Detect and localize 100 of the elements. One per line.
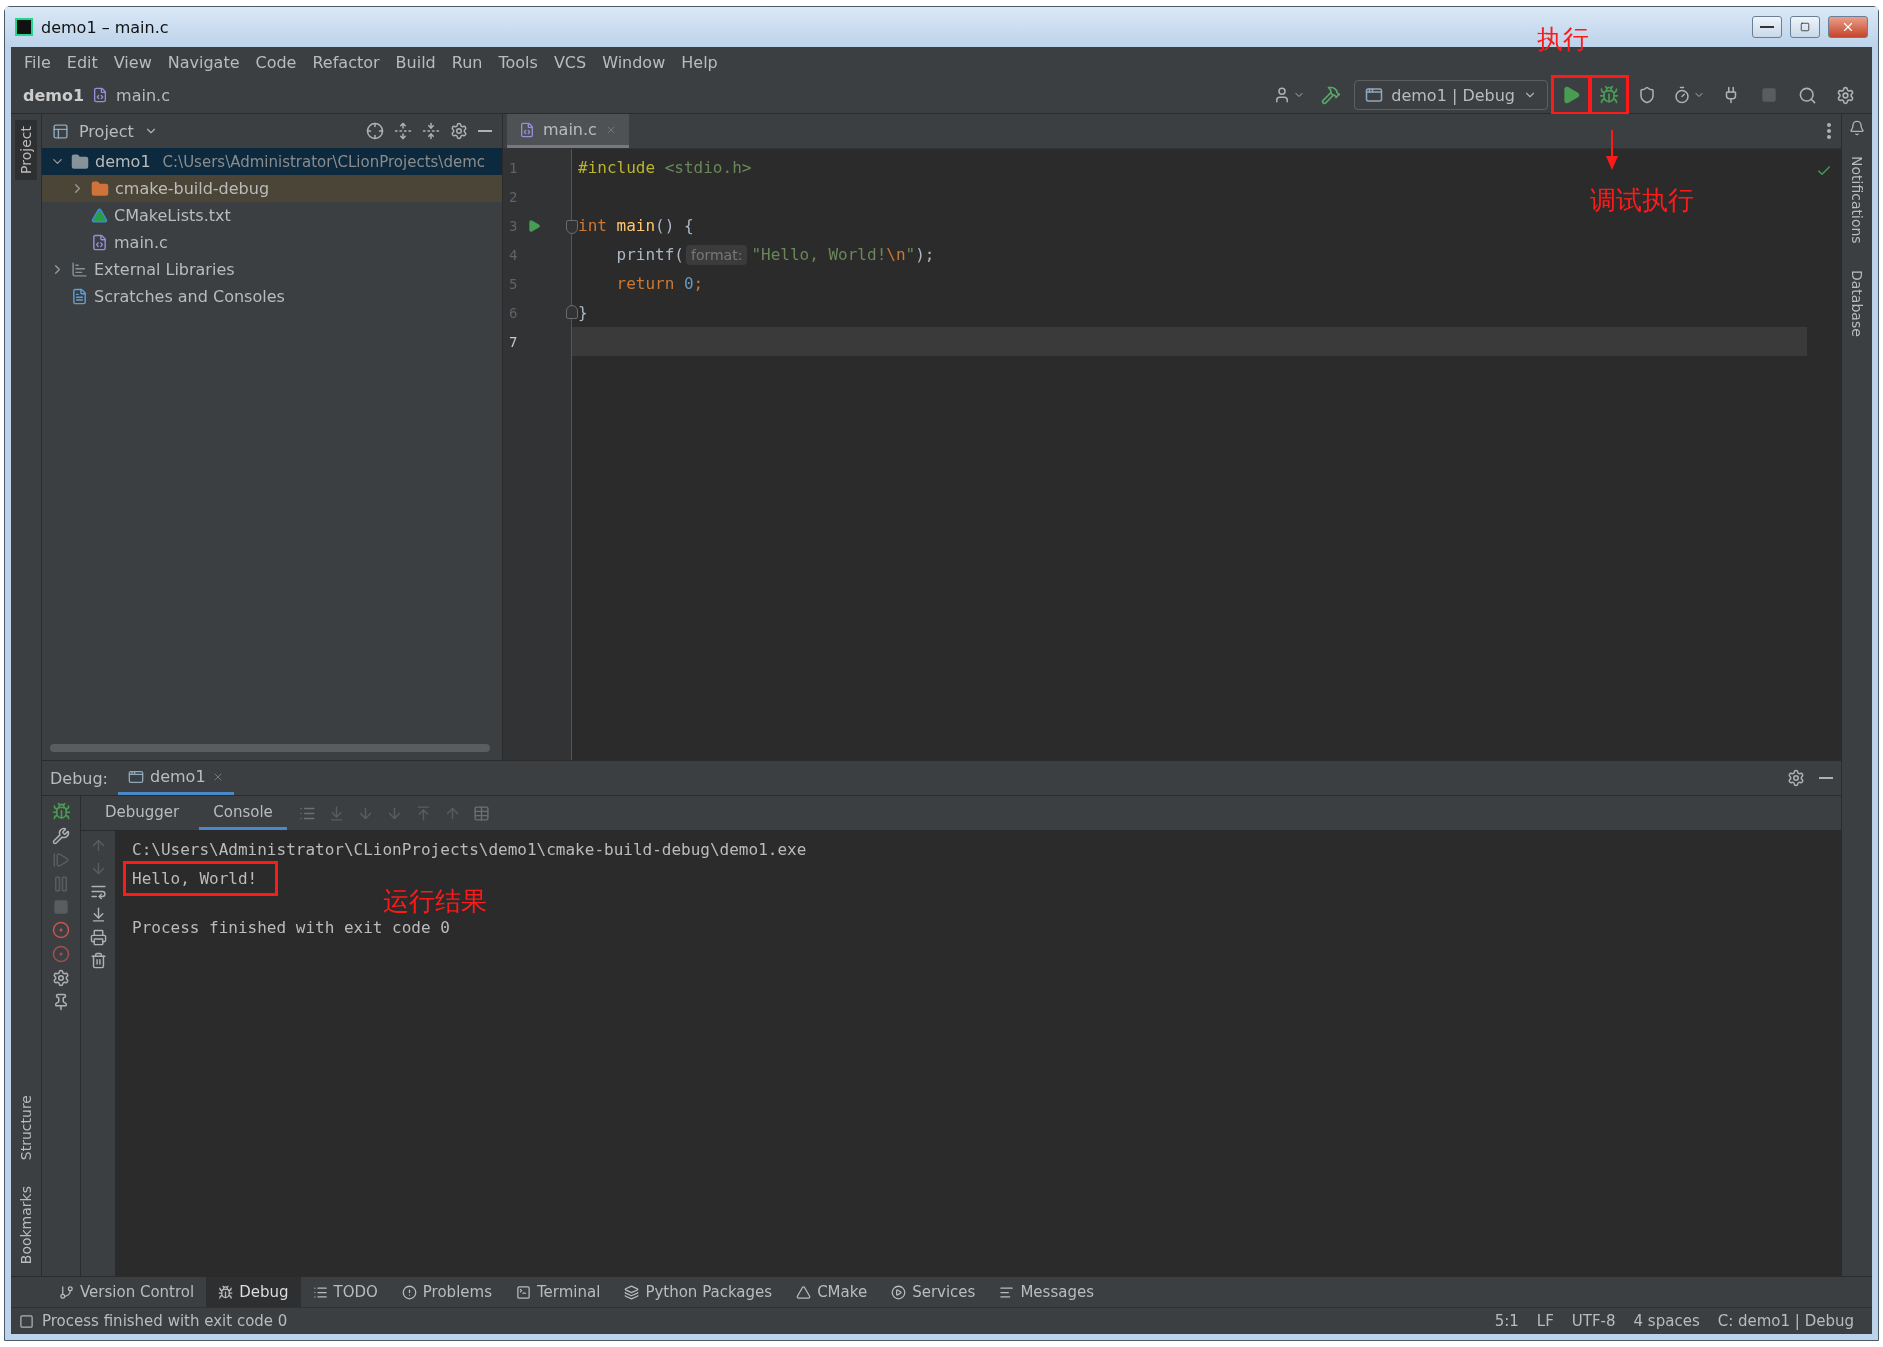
breadcrumb-item[interactable]: main.c [116,85,170,105]
menu-item[interactable]: VCS [546,50,594,74]
tool-window-tab[interactable]: CMake [784,1277,880,1307]
scrollbar[interactable] [50,744,490,752]
code-line: int main() { [577,215,695,237]
tree-item-label: cmake-build-debug [115,179,270,198]
tree-item[interactable]: demo1 C:\Users\Administrator\CLionProjects\demc [42,148,502,175]
tree-item[interactable]: External Libraries [42,256,502,283]
play-icon [1561,85,1581,105]
fold-start-icon[interactable] [566,220,578,234]
status-item[interactable]: UTF-8 [1571,1312,1616,1330]
menu-item[interactable]: File [17,50,58,74]
panel-icon [52,122,69,140]
close-icon [1841,20,1855,34]
menu-item[interactable]: Refactor [305,50,387,74]
tool-window-tab[interactable]: Database [1846,263,1868,343]
layers-icon [624,1284,640,1300]
menu-item[interactable]: Navigate [160,50,247,74]
shield-icon [1638,86,1656,104]
tool-window-tab[interactable]: Structure [15,1088,37,1166]
tool-window-tab[interactable]: Messages [987,1277,1106,1307]
status-item[interactable]: 4 spaces [1633,1312,1700,1330]
fold-end-icon[interactable] [566,305,578,319]
code-line: } [577,302,589,324]
breadcrumb-item[interactable]: demo1 [23,85,85,105]
code-line: printf( format: "Hello, World!\n"); [615,243,936,267]
layout-icon [19,1313,34,1329]
debug-session-tab[interactable]: demo1 [118,761,234,795]
tool-window-tab[interactable]: Problems [389,1277,504,1307]
menu-item[interactable]: View [106,50,159,74]
code-line: return 0; [615,273,705,295]
status-item[interactable]: C: demo1 | Debug [1717,1312,1854,1330]
menu-item[interactable]: Build [388,50,443,74]
tool-window-tab[interactable]: Debug [206,1277,301,1307]
tree-item-label: CMakeLists.txt [114,206,231,225]
settings-icon [1787,769,1805,787]
tree-item[interactable]: main.c [42,229,502,256]
wrap-icon [89,883,107,900]
annotation-arrow [1604,130,1620,170]
more-icon[interactable] [1827,123,1831,139]
resume-icon [52,851,70,869]
run-configuration-dropdown[interactable]: demo1 | Debug [1354,80,1548,110]
expand-all-icon [394,122,412,140]
editor-tab[interactable]: main.c [507,114,629,148]
menu-item[interactable]: Code [248,50,304,74]
breakpoints-icon [52,921,70,939]
menu-item[interactable]: Run [444,50,490,74]
timer-icon [1673,86,1691,104]
tool-window-tab[interactable]: Version Control [47,1277,207,1307]
stop-icon [53,899,69,915]
tool-window-tab[interactable]: Python Packages [612,1277,785,1307]
maximize-button[interactable] [1790,16,1820,38]
pin-icon [52,993,70,1011]
collapse-all-icon [422,122,440,140]
triangle-icon [796,1284,812,1300]
tool-window-tab[interactable]: Notifications [1846,150,1868,250]
tool-window-tab[interactable]: Project [15,120,37,180]
bell-icon [1849,120,1865,136]
wrench-icon [52,827,70,845]
play-circle-icon [891,1284,907,1300]
hammer-icon [1321,85,1342,105]
branch-icon [59,1284,74,1300]
tool-window-tab[interactable]: Terminal [503,1277,613,1307]
console-output-line: C:\Users\Administrator\CLionProjects\demo1\cmake-build-debug\demo1.exe [131,839,808,861]
tool-window-tab[interactable]: Bookmarks [15,1179,37,1270]
c-file-icon [91,234,108,251]
folder-icon [91,179,109,198]
tree-item-label: Scratches and Consoles [94,287,285,306]
c-file-icon [519,121,535,138]
minimize-button[interactable] [1752,16,1782,38]
tree-item[interactable]: cmake-build-debug [42,175,502,202]
lines-icon [999,1284,1015,1300]
window-title: demo1 – main.c [41,17,170,37]
annotation-text: 执行 [1537,23,1589,56]
line-number: 7 [509,333,518,350]
annotation-text: 运行结果 [383,885,487,918]
trash-icon [89,952,107,969]
close-button[interactable] [1828,16,1868,38]
menu-item[interactable]: Edit [59,50,105,74]
status-item[interactable]: 5:1 [1494,1312,1519,1330]
tree-item[interactable]: Scratches and Consoles [42,283,502,310]
scratch-file-icon [71,288,88,305]
tool-window-tab[interactable]: Services [879,1277,988,1307]
status-item[interactable]: LF [1536,1312,1554,1330]
stop-icon [1761,87,1777,103]
console-output-line: Process finished with exit code 0 [131,917,451,939]
maximize-icon [1800,22,1810,32]
pause-icon [52,875,70,893]
settings-icon [52,969,70,987]
menu-item[interactable]: Tools [491,50,545,74]
print-icon [89,929,107,946]
panel-title[interactable]: Project [79,121,134,141]
tree-item[interactable]: CMakeLists.txt [42,202,502,229]
menu-item[interactable]: Window [595,50,673,74]
tool-window-tab[interactable]: TODO [300,1277,390,1307]
tree-item-label: demo1 [95,152,151,171]
debugger-tab[interactable]: Debugger [91,796,194,830]
search-icon [1797,85,1817,105]
settings-icon [450,122,468,140]
menu-item[interactable]: Help [674,50,725,74]
